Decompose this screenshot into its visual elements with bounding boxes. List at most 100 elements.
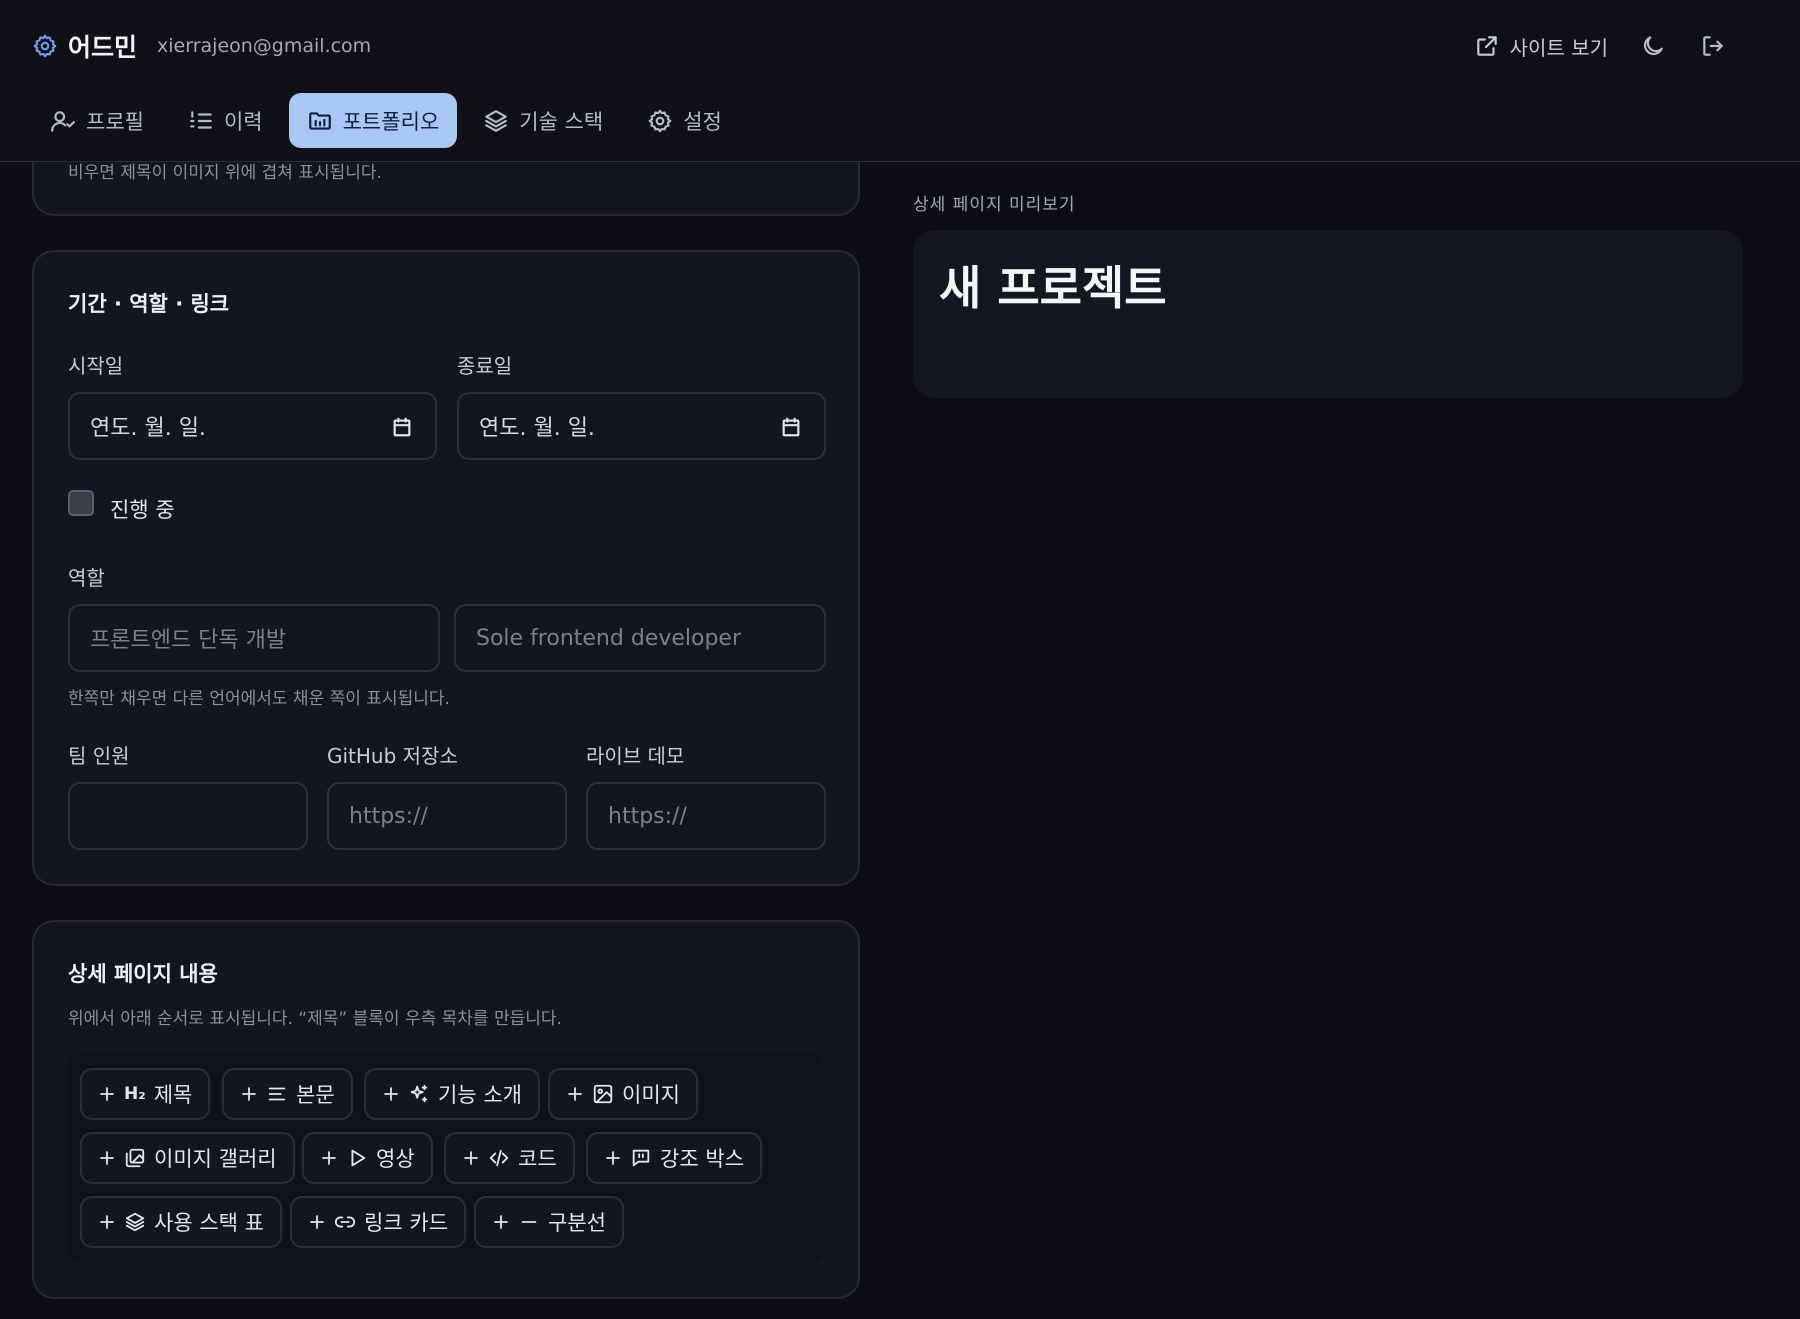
start-date-value: 연도. 월. 일. [90,416,206,441]
add-image-block-button[interactable]: 이미지 [548,1068,698,1120]
preview-label: 상세 페이지 미리보기 [913,195,1076,215]
user-email: xierrajeon@gmail.com [157,35,372,57]
external-link-icon [1474,33,1500,59]
section-title: 기간 · 역할 · 링크 [68,292,230,316]
plus-icon [242,1087,256,1101]
callout-icon [632,1149,650,1167]
calendar-icon[interactable] [391,416,413,438]
tab-label: 포트폴리오 [342,109,440,134]
block-label: 구분선 [548,1211,606,1235]
top-bar: 어드민 xierrajeon@gmail.com 사이트 보기 프로필 이력 포… [0,0,1800,162]
add-link-card-block-button[interactable]: 링크 카드 [290,1196,466,1248]
tab-label: 이력 [223,109,263,134]
view-site-link[interactable]: 사이트 보기 [1474,32,1608,61]
block-label: 제목 [153,1083,193,1107]
view-site-label: 사이트 보기 [1509,35,1608,60]
user-icon [50,108,76,134]
role-hint: 한쪽만 채우면 다른 언어에서도 채운 쪽이 표시됩니다. [68,689,450,709]
live-demo-placeholder: https:// [608,803,687,829]
tab-tech-stack[interactable]: 기술 스택 [465,93,621,148]
gallery-icon [125,1148,145,1168]
add-body-block-button[interactable]: 본문 [222,1068,353,1120]
main-tabs: 프로필 이력 포트폴리오 기술 스택 설정 [32,93,740,148]
end-date-value: 연도. 월. 일. [479,416,595,441]
add-heading-block-button[interactable]: H₂ 제목 [80,1068,211,1120]
code-icon [489,1149,509,1167]
plus-icon [494,1215,508,1229]
brand-title: 어드민 [68,33,138,62]
add-block-panel: H₂ 제목 본문 기능 소개 이미지 이미지 갤러리 영상 코드 강조 박스 사… [68,1054,824,1264]
folder-icon [307,108,333,134]
link-icon [334,1216,356,1228]
start-date-label: 시작일 [68,354,124,378]
role-label: 역할 [68,566,105,590]
block-label: 이미지 [622,1083,680,1107]
period-role-link-card: 기간 · 역할 · 링크 시작일 종료일 연도. 월. 일. 연도. 월. 일.… [32,250,860,886]
plus-icon [606,1151,620,1165]
preview-title: 새 프로젝트 [939,261,1167,315]
plus-icon [310,1215,324,1229]
tab-label: 기술 스택 [519,109,604,134]
text-lines-icon [268,1087,286,1101]
logout-button[interactable] [1698,31,1728,61]
tab-profile[interactable]: 프로필 [32,93,162,148]
tab-portfolio[interactable]: 포트폴리오 [288,93,458,148]
plus-icon [322,1151,336,1165]
block-label: 기능 소개 [438,1083,522,1107]
role-en-input[interactable]: Sole frontend developer [454,604,826,672]
block-label: 강조 박스 [660,1147,744,1171]
play-icon [351,1149,366,1167]
plus-icon [100,1087,114,1101]
team-size-label: 팀 인원 [68,744,130,768]
github-input[interactable]: https:// [327,782,567,850]
tab-history[interactable]: 이력 [170,93,281,148]
plus-icon [464,1151,478,1165]
add-code-block-button[interactable]: 코드 [444,1132,575,1184]
preview-card: 새 프로젝트 [913,230,1743,398]
live-demo-input[interactable]: https:// [586,782,826,850]
plus-icon [100,1215,114,1229]
team-size-input[interactable] [68,782,308,850]
gear-icon [647,108,673,134]
block-label: 사용 스택 표 [154,1211,264,1235]
block-label: 코드 [518,1147,557,1171]
layers-icon [125,1212,145,1232]
calendar-icon[interactable] [780,416,802,438]
plus-icon [568,1087,582,1101]
detail-content-card: 상세 페이지 내용 위에서 아래 순서로 표시됩니다. “제목” 블록이 우측 … [32,920,860,1299]
start-date-input[interactable]: 연도. 월. 일. [68,392,437,460]
end-date-label: 종료일 [457,354,513,378]
in-progress-checkbox[interactable] [68,490,94,516]
tab-label: 프로필 [86,109,144,134]
github-label: GitHub 저장소 [327,744,458,768]
brand[interactable]: 어드민 xierrajeon@gmail.com [32,28,371,64]
github-placeholder: https:// [349,803,428,829]
logout-icon [1700,33,1726,59]
add-feature-block-button[interactable]: 기능 소개 [364,1068,540,1120]
detail-hint: 위에서 아래 순서로 표시됩니다. “제목” 블록이 우측 목차를 만듭니다. [68,1009,562,1029]
minus-icon [521,1221,537,1223]
add-gallery-block-button[interactable]: 이미지 갤러리 [80,1132,295,1184]
moon-icon [1640,33,1666,59]
add-callout-block-button[interactable]: 강조 박스 [586,1132,762,1184]
add-stack-table-block-button[interactable]: 사용 스택 표 [80,1196,282,1248]
sparkles-icon [410,1084,428,1103]
plus-icon [384,1087,398,1101]
end-date-input[interactable]: 연도. 월. 일. [457,392,826,460]
theme-toggle-button[interactable] [1638,31,1668,61]
layers-icon [483,108,509,134]
live-demo-label: 라이브 데모 [586,744,685,768]
tab-settings[interactable]: 설정 [629,93,740,148]
role-en-placeholder: Sole frontend developer [476,625,742,651]
block-label: 영상 [376,1147,415,1171]
image-icon [593,1084,613,1104]
admin-app: 어드민 xierrajeon@gmail.com 사이트 보기 프로필 이력 포… [0,0,1800,1319]
block-label: 본문 [296,1083,335,1107]
add-video-block-button[interactable]: 영상 [302,1132,433,1184]
gear-icon [32,33,58,59]
add-divider-block-button[interactable]: 구분선 [474,1196,624,1248]
role-ko-input[interactable]: 프론트엔드 단독 개발 [68,604,440,672]
section-title: 상세 페이지 내용 [68,962,218,986]
in-progress-label: 진행 중 [110,498,175,522]
top-actions: 사이트 보기 [1474,28,1728,64]
